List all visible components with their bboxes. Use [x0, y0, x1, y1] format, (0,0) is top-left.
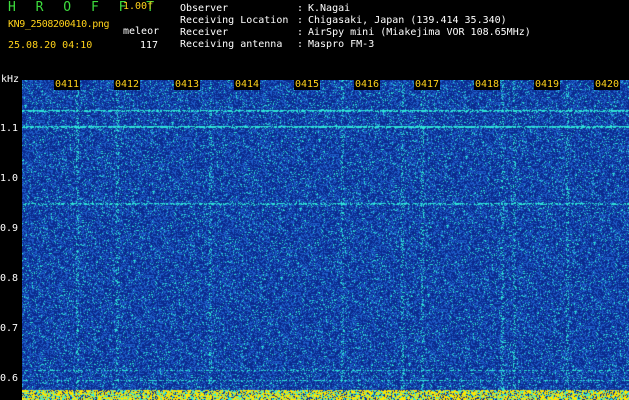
timestamp: 25.08.20 04:10: [8, 40, 93, 51]
app-version: 1.00f: [123, 1, 154, 12]
time-label: 0413: [174, 79, 201, 90]
time-label: 0417: [414, 79, 441, 90]
frequency-tick: 1.0: [0, 173, 19, 184]
spectrogram-image: [22, 80, 629, 400]
separator: :: [297, 27, 304, 38]
location-value: Chigasaki, Japan (139.414 35.340): [308, 15, 507, 26]
location-label: Receiving Location: [180, 15, 289, 26]
frequency-tick: 0.7: [0, 323, 19, 334]
separator: :: [297, 15, 304, 26]
frequency-tick: 0.9: [0, 223, 19, 234]
observer-value: K.Nagai: [308, 3, 351, 14]
time-label: 0414: [234, 79, 261, 90]
antenna-value: Maspro FM-3: [308, 39, 375, 50]
frequency-tick: 0.8: [0, 273, 19, 284]
mode-label: meleor: [123, 26, 160, 37]
time-label: 0418: [474, 79, 501, 90]
time-label: 0412: [114, 79, 141, 90]
time-label: 0416: [354, 79, 381, 90]
file-name: KN9_2508200410.png: [8, 19, 110, 30]
receiver-value: AirSpy mini (Miakejima VOR 108.65MHz): [308, 27, 531, 38]
count-value: 117: [140, 40, 159, 51]
time-label: 0419: [534, 79, 561, 90]
frequency-unit-label: kHz: [1, 74, 20, 85]
receiver-label: Receiver: [180, 27, 229, 38]
observer-label: Observer: [180, 3, 229, 14]
time-label: 0420: [594, 79, 621, 90]
time-label: 0411: [54, 79, 81, 90]
separator: :: [297, 3, 304, 14]
separator: :: [297, 39, 304, 50]
antenna-label: Receiving antenna: [180, 39, 283, 50]
frequency-tick: 1.1: [0, 123, 19, 134]
time-label: 0415: [294, 79, 321, 90]
frequency-tick: 0.6: [0, 373, 19, 384]
spectrogram-canvas: [22, 80, 629, 400]
